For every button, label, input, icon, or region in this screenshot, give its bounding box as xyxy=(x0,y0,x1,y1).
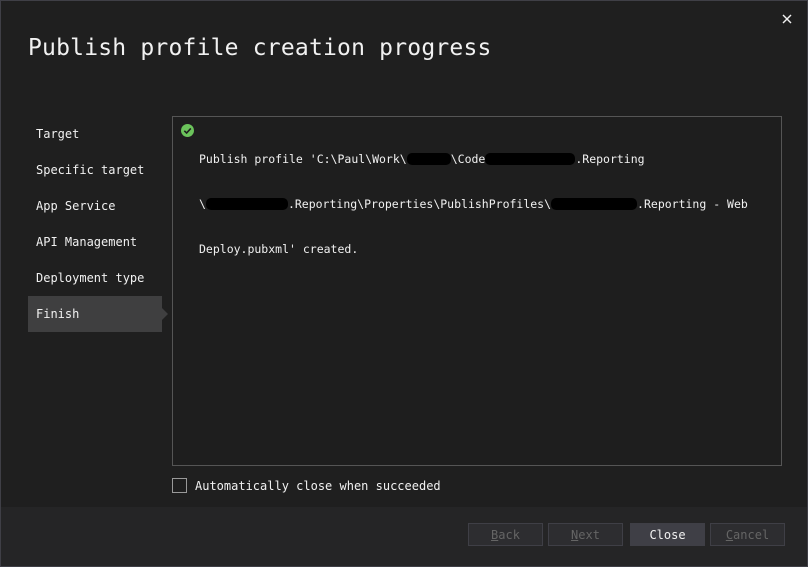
message-line-1: Publish profile 'C:\Paul\Work\ \Code .Repo… xyxy=(199,152,771,167)
message-segment: .Reporting xyxy=(575,152,645,166)
step-target[interactable]: Target xyxy=(28,116,168,152)
message-line-3: Deploy.pubxml' created. xyxy=(199,242,359,256)
redaction-mark xyxy=(551,198,638,210)
redaction-mark xyxy=(485,153,576,165)
step-finish[interactable]: Finish xyxy=(28,296,168,332)
output-panel[interactable]: Publish profile 'C:\Paul\Work\ \Code .Repo… xyxy=(172,116,782,466)
success-check-icon xyxy=(181,122,194,137)
wizard-steps: Target Specific target App Service API M… xyxy=(28,116,168,332)
auto-close-option[interactable]: Automatically close when succeeded xyxy=(172,478,441,493)
step-deployment-type[interactable]: Deployment type xyxy=(28,260,168,296)
status-message: Publish profile 'C:\Paul\Work\ \Code .Repo… xyxy=(199,122,771,287)
message-segment: \Code xyxy=(450,152,486,166)
step-specific-target[interactable]: Specific target xyxy=(28,152,168,188)
message-segment: \ xyxy=(199,197,206,211)
auto-close-label: Automatically close when succeeded xyxy=(195,478,441,493)
auto-close-checkbox[interactable] xyxy=(172,478,187,493)
message-segment: .Reporting - Web xyxy=(637,197,748,211)
close-icon[interactable] xyxy=(779,11,795,27)
step-api-management[interactable]: API Management xyxy=(28,224,168,260)
next-label-rest: ext xyxy=(578,528,600,542)
message-segment: Publish profile 'C:\Paul\Work\ xyxy=(199,152,407,166)
dialog-title: Publish profile creation progress xyxy=(28,35,492,61)
next-button[interactable]: Next xyxy=(548,523,623,546)
publish-dialog: Publish profile creation progress Target… xyxy=(0,0,808,567)
close-button[interactable]: Close xyxy=(630,523,705,546)
message-segment: .Reporting\Properties\PublishProfiles\ xyxy=(287,197,552,211)
back-label-rest: ack xyxy=(498,528,520,542)
cancel-button[interactable]: Cancel xyxy=(710,523,785,546)
dialog-footer: Back Next Close Cancel xyxy=(1,507,807,566)
back-button[interactable]: Back xyxy=(468,523,543,546)
redaction-mark xyxy=(406,153,451,165)
cancel-access-key: C xyxy=(725,528,734,542)
step-app-service[interactable]: App Service xyxy=(28,188,168,224)
redaction-mark xyxy=(205,198,288,210)
message-line-2: \ .Reporting\Properties\PublishProfiles\.… xyxy=(199,197,771,212)
cancel-label-rest: ancel xyxy=(733,528,770,542)
